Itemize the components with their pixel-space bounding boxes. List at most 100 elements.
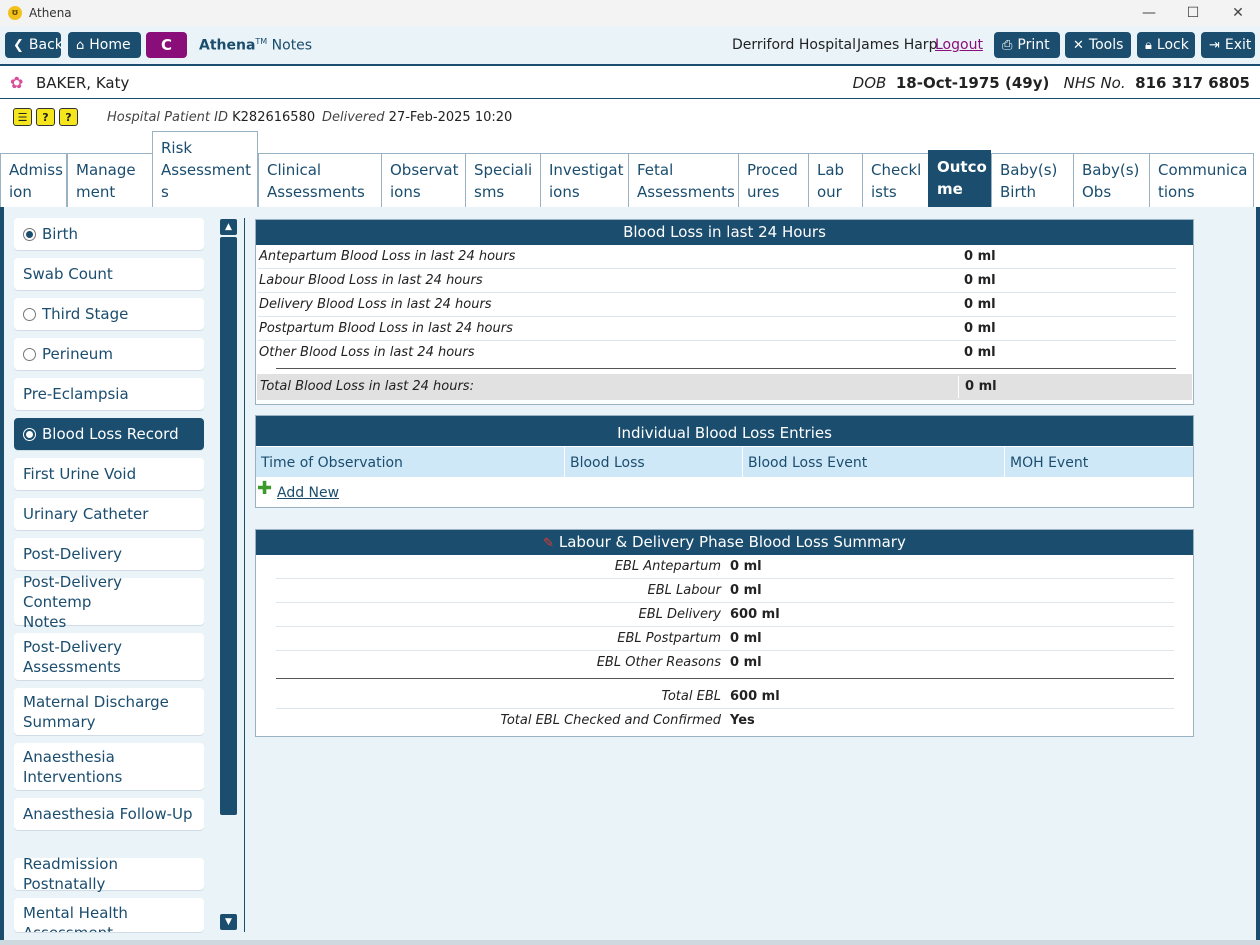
sidebar-item-birth[interactable]: Birth bbox=[14, 218, 204, 250]
summary-row: EBL Other Reasons 0 ml bbox=[596, 655, 762, 670]
tab-investigations[interactable]: Investigat ions bbox=[540, 153, 629, 207]
hospital-name: Derriford Hospital bbox=[732, 37, 857, 53]
tab-clinical-assessments[interactable]: Clinical Assessments bbox=[258, 153, 382, 207]
tools-label: Tools bbox=[1088, 37, 1124, 53]
flower-icon: ✿ bbox=[10, 73, 24, 92]
blood-loss-24h-panel: Blood Loss in last 24 Hours Antepartum B… bbox=[255, 219, 1194, 405]
home-icon: ⌂ bbox=[76, 37, 85, 53]
blood-loss-row: Other Blood Loss in last 24 hours 0 ml bbox=[259, 345, 996, 360]
back-label: Back bbox=[28, 37, 63, 53]
delivered-date: Delivered 27-Feb-2025 10:20 bbox=[322, 110, 513, 125]
scroll-up-icon[interactable]: ▲ bbox=[220, 219, 237, 235]
sidebar-item-perineum[interactable]: Perineum bbox=[14, 338, 204, 370]
exit-icon: ⇥ bbox=[1209, 37, 1220, 53]
sidebar-item-post-delivery[interactable]: Post-Delivery bbox=[14, 538, 204, 570]
maximize-icon[interactable]: ☐ bbox=[1171, 0, 1215, 26]
hospital-patient-id: Hospital Patient ID K282616580 bbox=[107, 110, 316, 125]
sidebar-item-maternal-discharge-summary[interactable]: Maternal Discharge Summary bbox=[14, 688, 204, 735]
radio-empty-icon bbox=[23, 347, 36, 361]
sidebar-item-swab-count[interactable]: Swab Count bbox=[14, 258, 204, 290]
tab-communications[interactable]: Communica tions bbox=[1149, 153, 1254, 207]
summary-row: EBL Postpartum 0 ml bbox=[276, 627, 1174, 651]
sidebar-item-anaesthesia-interventions[interactable]: Anaesthesia Interventions bbox=[14, 743, 204, 790]
sidebar-item-first-urine-void[interactable]: First Urine Void bbox=[14, 458, 204, 490]
lock-button[interactable]: 🔒︎ Lock bbox=[1137, 32, 1195, 58]
c-button[interactable]: C bbox=[146, 32, 187, 58]
title-bar: ʊ Athena — ☐ ✕ bbox=[0, 0, 1260, 26]
blood-loss-row: Antepartum Blood Loss in last 24 hours 0 … bbox=[258, 245, 1176, 269]
blood-loss-row: Delivery Blood Loss in last 24 hours 0 ml bbox=[258, 293, 1176, 317]
entries-title: Individual Blood Loss Entries bbox=[256, 416, 1193, 446]
minimize-icon[interactable]: — bbox=[1127, 0, 1171, 26]
sidebar-item-post-delivery-assessments[interactable]: Post-Delivery Assessments bbox=[14, 633, 204, 680]
sidebar-item-anaesthesia-follow-up[interactable]: Anaesthesia Follow-Up bbox=[14, 798, 204, 830]
tools-icon: ✕ bbox=[1073, 37, 1084, 53]
tools-button[interactable]: ✕ Tools bbox=[1065, 32, 1131, 58]
tab-procedures[interactable]: Proced ures bbox=[738, 153, 809, 207]
sidebar-item-pre-eclampsia[interactable]: Pre-Eclampsia bbox=[14, 378, 204, 410]
blood-loss-entries-panel: Individual Blood Loss Entries Time of Ob… bbox=[255, 415, 1194, 508]
summary-confirmed-row: Total EBL Checked and Confirmed Yes bbox=[500, 713, 755, 728]
summary-row: EBL Labour 0 ml bbox=[276, 579, 1174, 603]
tab-admission[interactable]: Admiss ion bbox=[0, 153, 67, 207]
summary-divider bbox=[276, 678, 1174, 679]
edit-pen-icon[interactable]: ✎ bbox=[543, 536, 554, 551]
add-new-link[interactable]: Add New bbox=[277, 485, 339, 501]
sidebar-item-mental-health-assessment[interactable]: Mental HealthAssessment bbox=[14, 898, 204, 932]
back-button[interactable]: ❮ Back bbox=[5, 32, 63, 58]
home-label: Home bbox=[89, 37, 131, 53]
radio-empty-icon bbox=[23, 307, 36, 321]
alert-question-icon[interactable]: ? bbox=[59, 108, 78, 126]
tab-labour[interactable]: Lab our bbox=[808, 153, 863, 207]
home-button[interactable]: ⌂ Home bbox=[68, 32, 141, 58]
alert-list-icon[interactable]: ☰ bbox=[13, 108, 32, 126]
tab-checklists[interactable]: Checkl ists bbox=[862, 153, 929, 207]
exit-label: Exit bbox=[1224, 37, 1252, 53]
summary-title: ✎ Labour & Delivery Phase Blood Loss Sum… bbox=[256, 530, 1193, 555]
close-icon[interactable]: ✕ bbox=[1216, 0, 1260, 26]
column-header-time[interactable]: Time of Observation bbox=[256, 447, 565, 477]
lock-label: Lock bbox=[1156, 37, 1189, 53]
print-label: Print bbox=[1017, 37, 1050, 53]
tab-outcome[interactable]: Outco me bbox=[928, 150, 991, 207]
summary-total-row: Total EBL 600 ml bbox=[276, 685, 1174, 709]
print-button[interactable]: ⎙ Print bbox=[994, 32, 1060, 58]
sidebar-item-third-stage[interactable]: Third Stage bbox=[14, 298, 204, 330]
patient-name: BAKER, Katy bbox=[36, 74, 130, 92]
user-name: James Harp bbox=[857, 37, 938, 53]
tab-risk-assessments[interactable]: Risk Assessment s bbox=[152, 131, 258, 207]
blood-loss-row: Labour Blood Loss in last 24 hours 0 ml bbox=[258, 269, 1176, 293]
printer-icon: ⎙ bbox=[1002, 37, 1013, 53]
bottom-strip bbox=[0, 940, 1260, 945]
alert-question-icon[interactable]: ? bbox=[36, 108, 55, 126]
column-header-blood-loss[interactable]: Blood Loss bbox=[565, 447, 743, 477]
tab-management[interactable]: Manage ment bbox=[67, 153, 153, 207]
athena-logo-icon: ʊ bbox=[8, 6, 22, 20]
logout-link[interactable]: Logout bbox=[935, 37, 983, 53]
total-blood-loss-row: Total Blood Loss in last 24 hours: 0 ml bbox=[257, 374, 1192, 400]
scroll-down-icon[interactable]: ▼ bbox=[220, 914, 237, 930]
sidebar-item-readmission-postnatally[interactable]: Readmission Postnatally bbox=[14, 855, 204, 893]
tab-babys-obs[interactable]: Baby(s) Obs bbox=[1073, 153, 1150, 207]
add-plus-icon[interactable]: ✚ bbox=[257, 480, 272, 498]
tab-fetal-assessments[interactable]: Fetal Assessments bbox=[628, 153, 739, 207]
sidebar-item-post-delivery-contemp-notes[interactable]: Post-Delivery Contemp Notes bbox=[14, 573, 204, 631]
column-header-blood-loss-event[interactable]: Blood Loss Event bbox=[743, 447, 1005, 477]
brand-title: AthenaTM Notes bbox=[199, 37, 313, 54]
window-title: Athena bbox=[29, 6, 72, 20]
sidebar-item-blood-loss-record[interactable]: Blood Loss Record bbox=[14, 418, 204, 450]
toolbar: ❮ Back ⌂ Home C AthenaTM Notes Derriford… bbox=[0, 26, 1260, 64]
sidebar-divider bbox=[244, 218, 245, 932]
exit-button[interactable]: ⇥ Exit bbox=[1201, 32, 1255, 58]
column-header-moh-event[interactable]: MOH Event bbox=[1005, 447, 1193, 477]
tab-observations[interactable]: Observat ions bbox=[381, 153, 466, 207]
tab-specialisms[interactable]: Speciali sms bbox=[465, 153, 541, 207]
sidebar-item-urinary-catheter[interactable]: Urinary Catheter bbox=[14, 498, 204, 530]
radio-selected-icon bbox=[23, 227, 36, 241]
scroll-thumb[interactable] bbox=[220, 237, 237, 815]
blood-loss-summary-panel: ✎ Labour & Delivery Phase Blood Loss Sum… bbox=[255, 529, 1194, 737]
patient-identifiers: DOB 18-Oct-1975 (49y) NHS No. 816 317 68… bbox=[852, 74, 1250, 92]
total-divider bbox=[276, 368, 1176, 369]
radio-selected-icon bbox=[23, 427, 36, 441]
tab-babys-birth[interactable]: Baby(s) Birth bbox=[991, 153, 1074, 207]
